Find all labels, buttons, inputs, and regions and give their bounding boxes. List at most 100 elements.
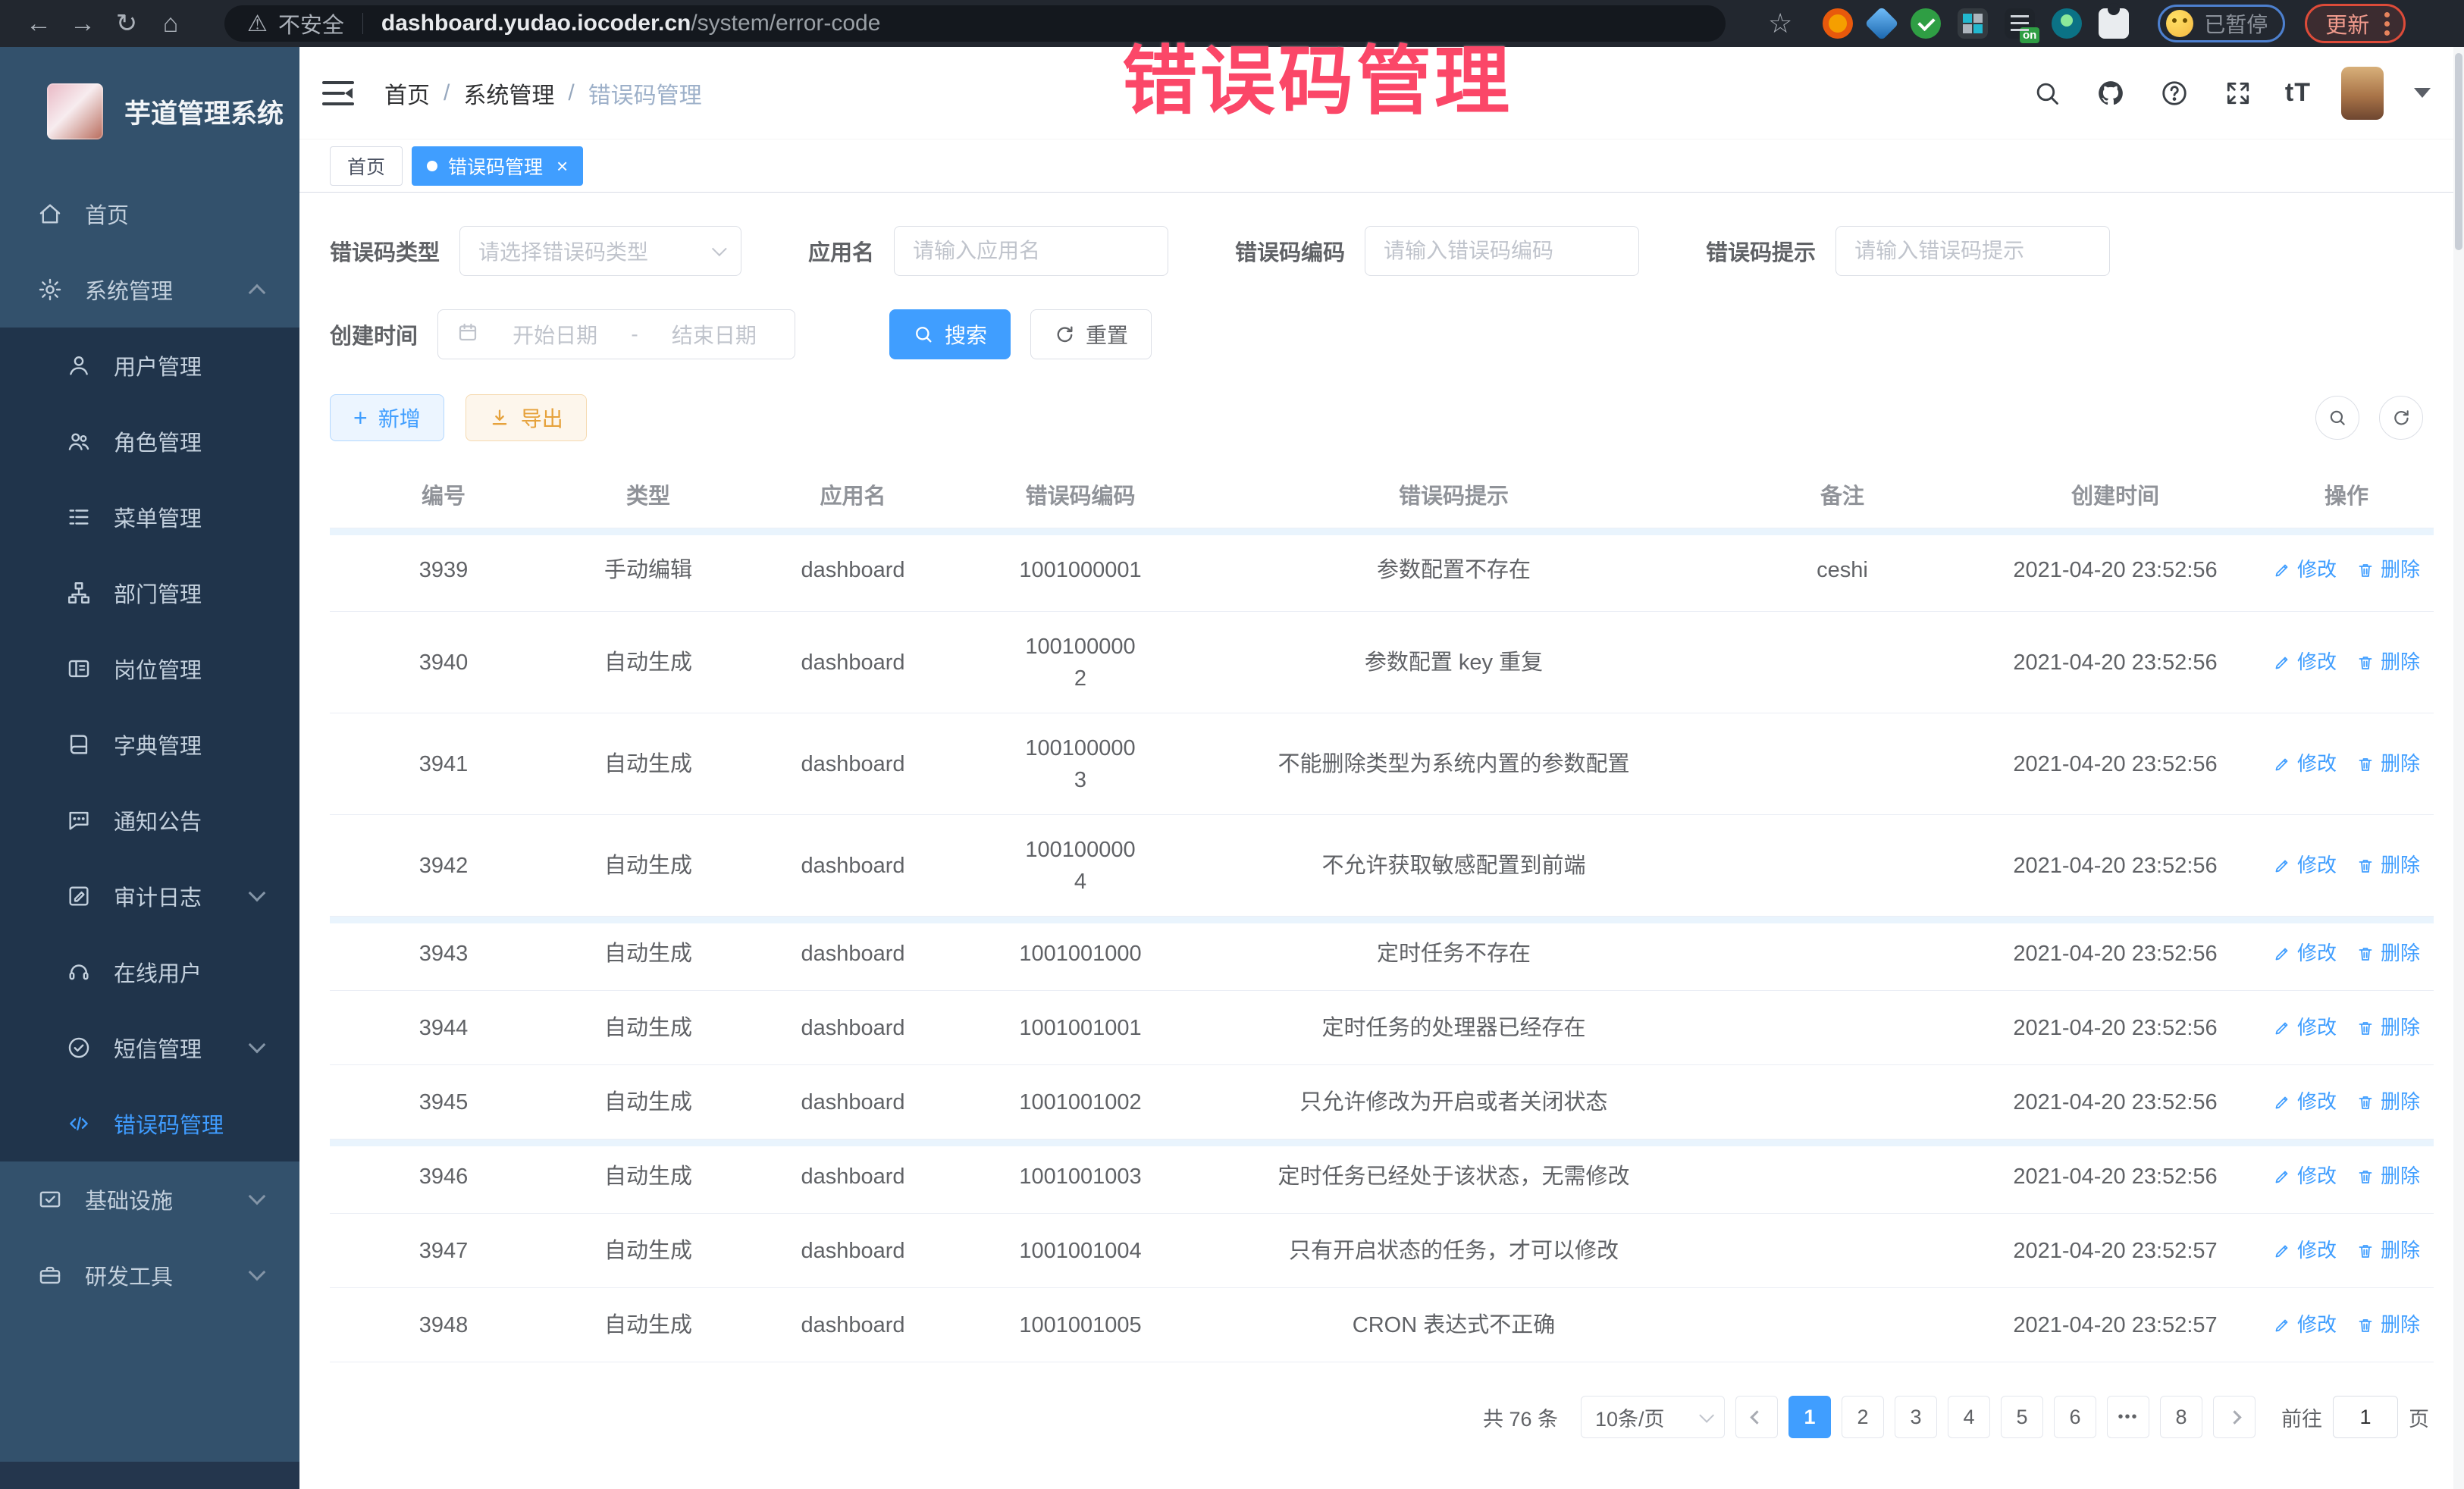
edit-link[interactable]: 修改 [2273,939,2337,968]
edit-link[interactable]: 修改 [2273,1311,2337,1340]
delete-link[interactable]: 删除 [2356,851,2420,880]
browser-home-icon[interactable]: ⌂ [149,6,193,41]
sidebar-item-角色管理[interactable]: 角色管理 [0,403,299,479]
table-row[interactable]: 3943自动生成dashboard1001001000定时任务不存在2021-0… [330,917,2434,991]
table-row[interactable]: 3945自动生成dashboard1001001002只允许修改为开启或者关闭状… [330,1065,2434,1139]
edit-link[interactable]: 修改 [2273,1237,2337,1265]
sidebar-collapse-bar[interactable] [0,1462,299,1489]
extension-icon-3[interactable] [1911,8,1941,39]
sidebar-item-首页[interactable]: 首页 [0,176,299,252]
page-button-1[interactable]: 1 [1788,1396,1831,1438]
edit-link[interactable]: 修改 [2273,851,2337,880]
browser-reload-icon[interactable]: ↻ [105,6,149,41]
sidebar-item-字典管理[interactable]: 字典管理 [0,707,299,782]
profile-paused-pill[interactable]: 已暂停 [2158,5,2285,42]
sidebar-item-审计日志[interactable]: 审计日志 [0,858,299,934]
delete-link[interactable]: 删除 [2356,556,2420,585]
search-icon[interactable] [2030,77,2064,110]
fullscreen-icon[interactable] [2221,77,2255,110]
extension-icon-6[interactable] [2052,8,2082,39]
user-avatar[interactable] [2341,67,2384,120]
error-tip-input[interactable] [1854,239,2091,263]
sidebar-item-系统管理[interactable]: 系统管理 [0,252,299,328]
breadcrumb-home[interactable]: 首页 [384,77,430,110]
extension-icon-1[interactable] [1823,8,1853,39]
error-type-select[interactable]: 请选择错误码类型 [459,226,741,276]
table-row[interactable]: 3944自动生成dashboard1001001001定时任务的处理器已经存在2… [330,991,2434,1065]
tab-close-icon[interactable]: × [556,156,568,176]
extension-icon-5[interactable]: on [2005,8,2035,39]
sidebar-logo-row[interactable]: 芋道管理系统 [0,47,299,176]
tab-home[interactable]: 首页 [330,146,403,186]
next-page-button[interactable] [2213,1396,2256,1438]
sidebar-item-研发工具[interactable]: 研发工具 [0,1237,299,1313]
bookmark-star-icon[interactable]: ☆ [1768,8,1792,39]
delete-link[interactable]: 删除 [2356,1014,2420,1042]
table-row[interactable]: 3947自动生成dashboard1001001004只有开启状态的任务，才可以… [330,1214,2434,1288]
date-range-picker[interactable]: 开始日期 - 结束日期 [437,309,795,359]
sidebar-item-部门管理[interactable]: 部门管理 [0,555,299,631]
reset-button[interactable]: 重置 [1030,309,1152,359]
sidebar-item-岗位管理[interactable]: 岗位管理 [0,631,299,707]
error-code-input[interactable] [1384,239,1620,263]
toggle-search-button[interactable] [2315,396,2359,440]
page-button-6[interactable]: 6 [2054,1396,2096,1438]
edit-link[interactable]: 修改 [2273,556,2337,585]
browser-back-icon[interactable]: ← [17,6,61,41]
table-row[interactable]: 3946自动生成dashboard1001001003定时任务已经处于该状态，无… [330,1139,2434,1214]
table-row[interactable]: 3948自动生成dashboard1001001005CRON 表达式不正确20… [330,1288,2434,1362]
help-icon[interactable] [2158,77,2191,110]
delete-link[interactable]: 删除 [2356,1237,2420,1265]
address-bar[interactable]: ⚠ 不安全 dashboard.yudao.iocoder.cn /system… [224,5,1726,42]
add-button[interactable]: + 新增 [330,394,444,441]
sidebar-item-通知公告[interactable]: 通知公告 [0,782,299,858]
sidebar-item-基础设施[interactable]: 基础设施 [0,1161,299,1237]
page-button-5[interactable]: 5 [2001,1396,2043,1438]
table-row[interactable]: 3939手动编辑dashboard1001000001参数配置不存在ceshi2… [330,528,2434,612]
page-button-3[interactable]: 3 [1895,1396,1937,1438]
export-button[interactable]: 导出 [466,394,587,441]
page-scrollbar[interactable] [2453,47,2464,1489]
edit-link[interactable]: 修改 [2273,1088,2337,1117]
table-row[interactable]: 3940自动生成dashboard1001000002参数配置 key 重复20… [330,612,2434,713]
scrollbar-thumb[interactable] [2455,53,2462,250]
sidebar-item-菜单管理[interactable]: 菜单管理 [0,479,299,555]
browser-forward-icon[interactable]: → [61,6,105,41]
search-button[interactable]: 搜索 [889,309,1011,359]
edit-link[interactable]: 修改 [2273,648,2337,677]
extensions-puzzle-icon[interactable] [2099,8,2129,39]
delete-link[interactable]: 删除 [2356,939,2420,968]
sidebar-item-错误码管理[interactable]: 错误码管理 [0,1086,299,1161]
extension-icon-2[interactable] [1865,6,1899,40]
sidebar-toggle-icon[interactable] [322,80,354,106]
app-name-input[interactable] [913,239,1149,263]
page-button-2[interactable]: 2 [1842,1396,1884,1438]
edit-link[interactable]: 修改 [2273,750,2337,779]
delete-link[interactable]: 删除 [2356,1088,2420,1117]
prev-page-button[interactable] [1735,1396,1778,1438]
page-button-4[interactable]: 4 [1948,1396,1990,1438]
sidebar-item-用户管理[interactable]: 用户管理 [0,328,299,403]
sidebar-item-在线用户[interactable]: 在线用户 [0,934,299,1010]
delete-link[interactable]: 删除 [2356,750,2420,779]
page-size-select[interactable]: 10条/页 [1581,1396,1725,1438]
font-size-icon[interactable]: tT [2285,78,2311,108]
breadcrumb-system[interactable]: 系统管理 [463,77,554,110]
avatar-caret-down-icon[interactable] [2414,88,2431,98]
tab-error-code-active[interactable]: 错误码管理 × [412,146,583,186]
sidebar-item-短信管理[interactable]: 短信管理 [0,1010,299,1086]
extension-icon-4[interactable] [1958,8,1988,39]
browser-menu-icon[interactable] [2384,12,2390,36]
delete-link[interactable]: 删除 [2356,1311,2420,1340]
page-button-8[interactable]: 8 [2160,1396,2202,1438]
table-row[interactable]: 3942自动生成dashboard1001000004不允许获取敏感配置到前端2… [330,815,2434,917]
goto-page-input[interactable] [2333,1396,2398,1438]
refresh-button[interactable] [2379,396,2423,440]
browser-update-button[interactable]: 更新 [2305,4,2406,43]
edit-link[interactable]: 修改 [2273,1014,2337,1042]
delete-link[interactable]: 删除 [2356,1162,2420,1191]
edit-link[interactable]: 修改 [2273,1162,2337,1191]
delete-link[interactable]: 删除 [2356,648,2420,677]
table-row[interactable]: 3941自动生成dashboard1001000003不能删除类型为系统内置的参… [330,713,2434,815]
page-ellipsis-button[interactable]: ••• [2107,1396,2149,1438]
